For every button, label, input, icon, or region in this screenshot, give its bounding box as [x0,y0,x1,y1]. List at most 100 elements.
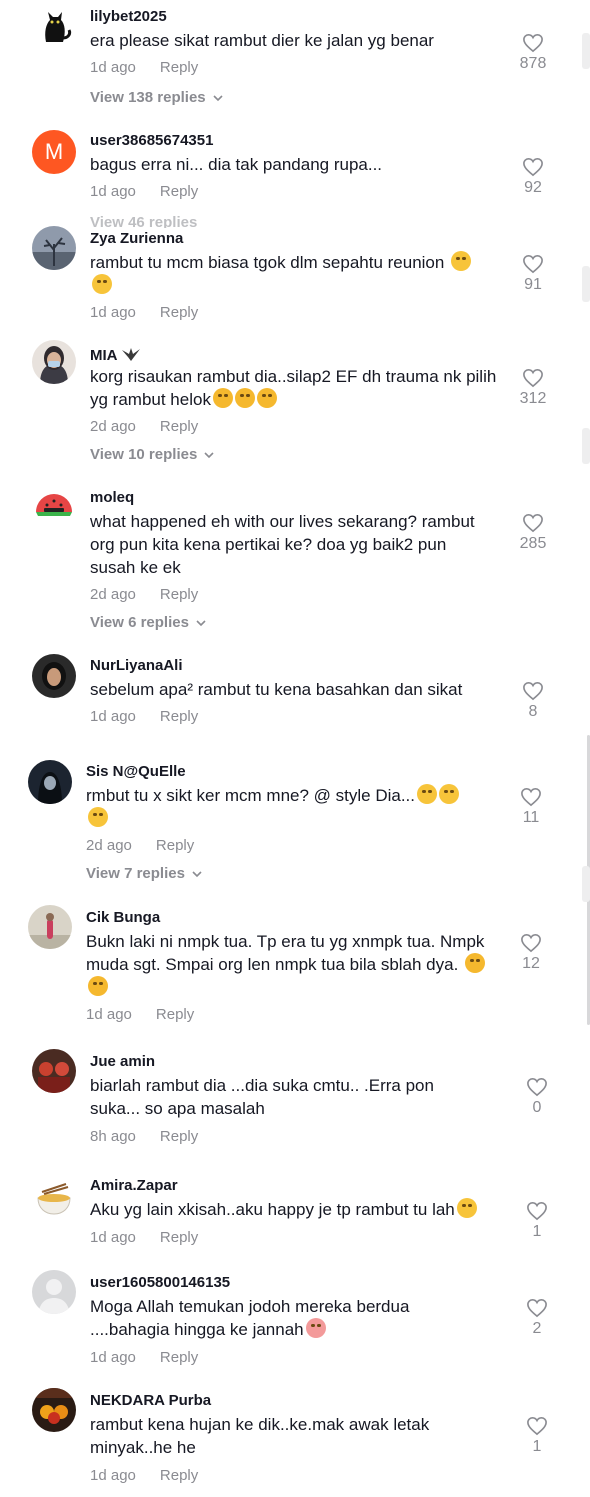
reply-button[interactable]: Reply [160,586,198,603]
view-replies-label: View 7 replies [86,865,185,882]
comment-username[interactable]: MIA [90,346,141,364]
group-avatar-icon [32,1049,76,1093]
like-count: 0 [532,1099,542,1116]
avatar[interactable]: M [32,130,76,174]
comment-text: korg risaukan rambut dia..silap2 EF dh t… [90,365,510,411]
comment-time: 2d ago [90,418,136,435]
view-replies-button[interactable]: View 10 replies [90,446,215,463]
avatar[interactable] [32,486,76,530]
comment-text: Bukn laki ni nmpk tua. Tp era tu yg xnmp… [86,930,486,999]
reply-button[interactable]: Reply [156,837,194,854]
food-avatar-icon [32,1388,76,1432]
avatar[interactable] [28,905,72,949]
chevron-down-icon [204,451,214,458]
reply-button[interactable]: Reply [156,1006,194,1023]
grinning-squint-emoji-icon [88,976,108,996]
reply-button[interactable]: Reply [160,1229,198,1246]
comment-meta: 1d ago Reply [90,304,198,321]
like-count: 11 [522,809,540,826]
reply-button[interactable]: Reply [160,418,198,435]
reply-button[interactable]: Reply [160,1128,198,1145]
view-replies-button[interactable]: View 46 replies [90,216,197,228]
view-replies-button[interactable]: View 7 replies [86,865,203,882]
chevron-down-icon [213,94,223,101]
comment-username[interactable]: Amira.Zapar [90,1177,178,1194]
eagle-emoji-icon [122,348,141,361]
comment-time: 1d ago [90,1229,136,1246]
grinning-squint-emoji-icon [465,953,486,973]
comment-meta: 1d ago Reply [90,1467,198,1484]
like-button[interactable]: 0 [512,1077,562,1117]
tears-of-joy-emoji-icon [256,388,277,408]
sweat-smile-emoji-icon [88,807,108,827]
like-button[interactable]: 1 [512,1201,562,1241]
person-avatar-icon [28,760,72,804]
reply-button[interactable]: Reply [160,59,198,76]
view-replies-button[interactable]: View 6 replies [90,614,207,631]
reply-button[interactable]: Reply [160,1349,198,1366]
like-button[interactable]: 12 [506,933,556,973]
comment-username[interactable]: Cik Bunga [86,909,160,926]
sweat-smile-emoji-icon [456,1198,477,1218]
view-replies-label: View 10 replies [90,446,198,463]
like-count: 312 [519,390,547,407]
comment-username[interactable]: Sis N@QuElle [86,763,186,780]
heart-outline-icon [523,513,543,533]
person-avatar-icon [32,340,76,384]
heart-outline-icon [527,1298,547,1318]
like-button[interactable]: 92 [508,157,558,197]
like-button[interactable]: 11 [506,787,556,827]
comment-meta: 8h ago Reply [90,1128,198,1145]
avatar[interactable] [32,654,76,698]
like-count: 92 [524,179,542,196]
heart-outline-icon [523,254,543,274]
comment-time: 2d ago [90,586,136,603]
like-button[interactable]: 285 [508,513,558,553]
like-button[interactable]: 312 [508,368,558,408]
comment-text: era please sikat rambut dier ke jalan yg… [90,31,434,50]
scroll-marker [582,428,590,464]
reply-button[interactable]: Reply [160,304,198,321]
comment-username[interactable]: Jue amin [90,1053,155,1070]
comment-meta: 1d ago Reply [90,1349,198,1366]
avatar[interactable] [32,1270,76,1314]
view-replies-button[interactable]: View 138 replies [90,89,224,106]
like-button[interactable]: 2 [512,1298,562,1338]
comment-username[interactable]: Zya Zurienna [90,230,183,247]
noodle-bowl-avatar-icon [32,1178,76,1222]
avatar[interactable] [32,1388,76,1432]
comment-time: 1d ago [90,304,136,321]
comment-username[interactable]: NurLiyanaAli [90,657,183,674]
like-button[interactable]: 878 [508,33,558,73]
tree-avatar-icon [32,226,76,270]
heart-outline-icon [527,1416,547,1436]
comment-text: what happened eh with our lives sekarang… [90,512,475,577]
avatar[interactable] [32,1178,76,1222]
comment-text: Moga Allah temukan jodoh mereka berdua .… [90,1295,470,1341]
like-button[interactable]: 91 [508,254,558,294]
like-button[interactable]: 8 [508,681,558,721]
comment-username[interactable]: user38685674351 [90,132,213,149]
reply-button[interactable]: Reply [160,1467,198,1484]
avatar[interactable] [32,4,76,48]
watermelon-avatar-icon [32,486,76,530]
heart-outline-icon [527,1201,547,1221]
scroll-marker [582,266,590,302]
reply-button[interactable]: Reply [160,183,198,200]
chevron-down-icon [192,870,202,877]
avatar[interactable] [32,340,76,384]
comment-username[interactable]: lilybet2025 [90,8,167,25]
avatar[interactable] [28,760,72,804]
comment-username[interactable]: moleq [90,489,134,506]
reply-button[interactable]: Reply [160,708,198,725]
comment-username[interactable]: NEKDARA Purba [90,1392,211,1409]
comment-time: 1d ago [86,1006,132,1023]
view-replies-label: View 46 replies [90,216,198,228]
like-button[interactable]: 1 [512,1416,562,1456]
hushed-face-emoji-icon [451,251,472,271]
avatar[interactable] [32,1049,76,1093]
heart-outline-icon [521,933,541,953]
comment-username[interactable]: user1605800146135 [90,1274,230,1291]
avatar[interactable] [32,226,76,270]
like-count: 285 [519,535,547,552]
